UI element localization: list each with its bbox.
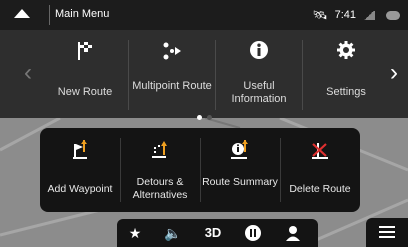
checkered-flag-icon [78,42,92,60]
chevron-right-icon[interactable]: › [384,58,404,88]
route-summary-icon [231,140,248,159]
useful-information-button[interactable]: Useful Information [216,30,302,118]
message-icon[interactable] [386,10,400,20]
new-route-label: New Route [57,86,113,98]
page-title: Main Menu [55,8,110,20]
bottom-toolbar: ★ 🔈 3D [117,219,318,247]
clock: 7:41 [334,9,356,21]
menu-button[interactable] [366,218,408,247]
route-menu: Add Waypoint Detours & Alternatives Rout… [40,128,360,212]
status-area: 🛰 7:41 [312,6,400,24]
pause-icon[interactable] [239,224,267,242]
route-summary-label: Route Summary [202,176,278,188]
detours-alternatives-button[interactable]: Detours & Alternatives [120,128,200,212]
title-bar: Main Menu 🛰 7:41 [0,0,408,30]
delete-route-button[interactable]: Delete Route [280,128,360,212]
info-icon [250,41,268,59]
add-waypoint-label: Add Waypoint [47,183,113,195]
user-icon[interactable] [279,224,307,242]
volume-icon[interactable]: 🔈 [159,224,187,242]
settings-button[interactable]: Settings [303,30,389,118]
page-dot-active [197,115,202,120]
route-summary-button[interactable]: Route Summary [200,128,280,212]
detours-alternatives-label: Detours & Alternatives [132,176,188,201]
pause-circle-icon [245,225,261,241]
useful-information-label: Useful Information [231,80,287,105]
hamburger-line [379,236,395,238]
detour-icon [152,141,167,158]
multipoint-route-label: Multipoint Route [132,80,212,92]
hamburger-line [379,226,395,228]
page-dot [207,115,212,120]
back-arrow-icon[interactable] [14,9,30,18]
add-waypoint-icon [73,140,87,159]
new-route-button[interactable]: New Route [42,30,128,118]
satellite-icon: 🛰 [312,8,328,22]
gear-icon [337,41,355,59]
favorites-star-icon[interactable]: ★ [121,224,149,242]
multipoint-route-button[interactable]: Multipoint Route [129,30,215,118]
page-indicator [197,115,212,120]
multipoint-icon [163,42,181,60]
signal-icon [363,10,375,20]
main-menu: ‹ New Route Multipoint Route Useful Info… [0,30,408,118]
settings-label: Settings [326,86,366,98]
chevron-left-icon[interactable]: ‹ [18,58,38,88]
hamburger-line [379,231,395,233]
delete-route-icon [312,143,328,159]
person-icon [286,226,300,241]
delete-route-label: Delete Route [289,183,351,195]
separator [49,5,50,25]
view-mode-button[interactable]: 3D [199,224,227,242]
add-waypoint-button[interactable]: Add Waypoint [40,128,120,212]
